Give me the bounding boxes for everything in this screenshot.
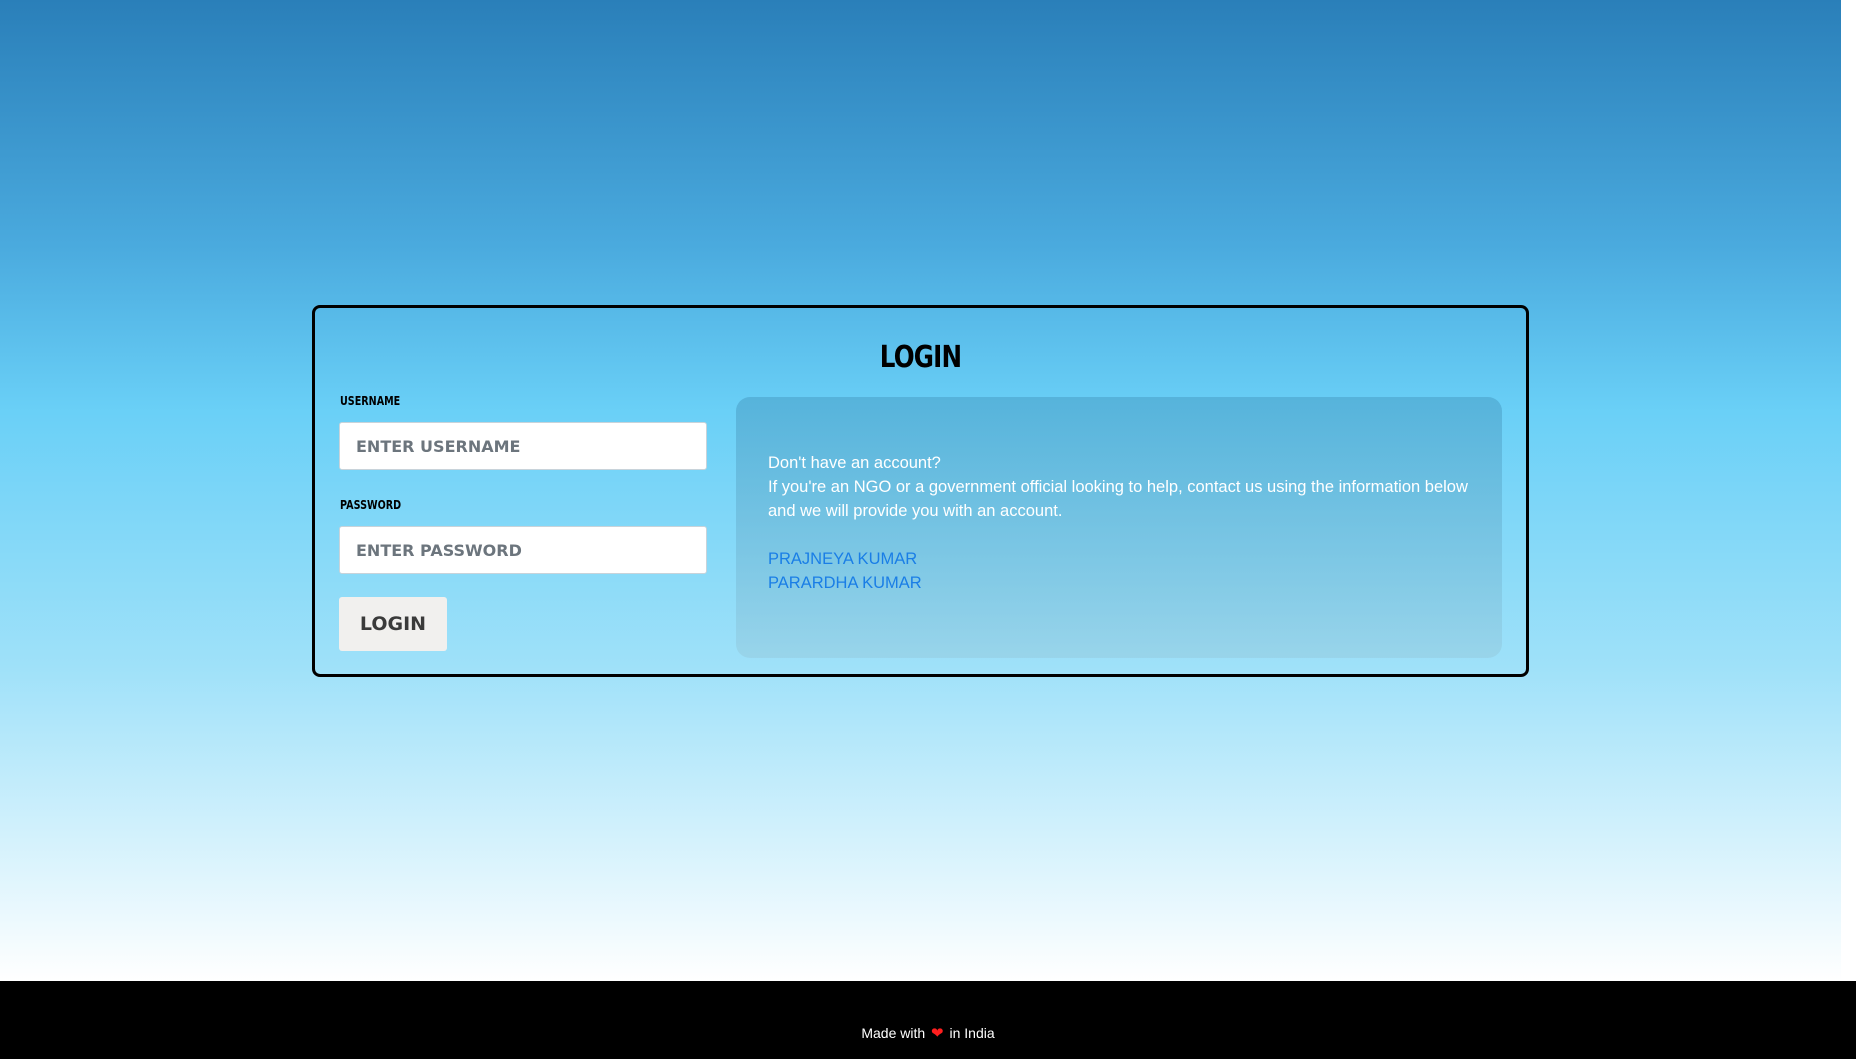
scrollbar[interactable]: [1841, 0, 1856, 981]
login-card: LOGIN USERNAME PASSWORD LOGIN Don't have…: [312, 305, 1529, 677]
info-panel: Don't have an account? If you're an NGO …: [736, 397, 1502, 658]
username-input[interactable]: [339, 422, 707, 470]
heart-icon: ❤: [931, 1025, 944, 1042]
login-button[interactable]: LOGIN: [339, 597, 447, 651]
footer-text: Made with ❤ in India: [0, 1024, 1856, 1042]
footer-prefix: Made with: [861, 1025, 926, 1041]
password-input[interactable]: [339, 526, 707, 574]
info-text: Don't have an account? If you're an NGO …: [768, 451, 1468, 523]
footer: Made with ❤ in India: [0, 981, 1856, 1059]
contact-link-prajneya[interactable]: PRAJNEYA KUMAR: [768, 547, 922, 571]
contact-instructions-text: If you're an NGO or a government officia…: [768, 478, 1468, 520]
login-title: LOGIN: [879, 340, 962, 375]
contact-links: PRAJNEYA KUMAR PARARDHA KUMAR: [768, 547, 922, 595]
contact-link-parardha[interactable]: PARARDHA KUMAR: [768, 571, 922, 595]
username-label: USERNAME: [340, 394, 401, 408]
footer-suffix: in India: [949, 1025, 995, 1041]
password-label: PASSWORD: [340, 498, 402, 512]
no-account-text: Don't have an account?: [768, 454, 941, 472]
